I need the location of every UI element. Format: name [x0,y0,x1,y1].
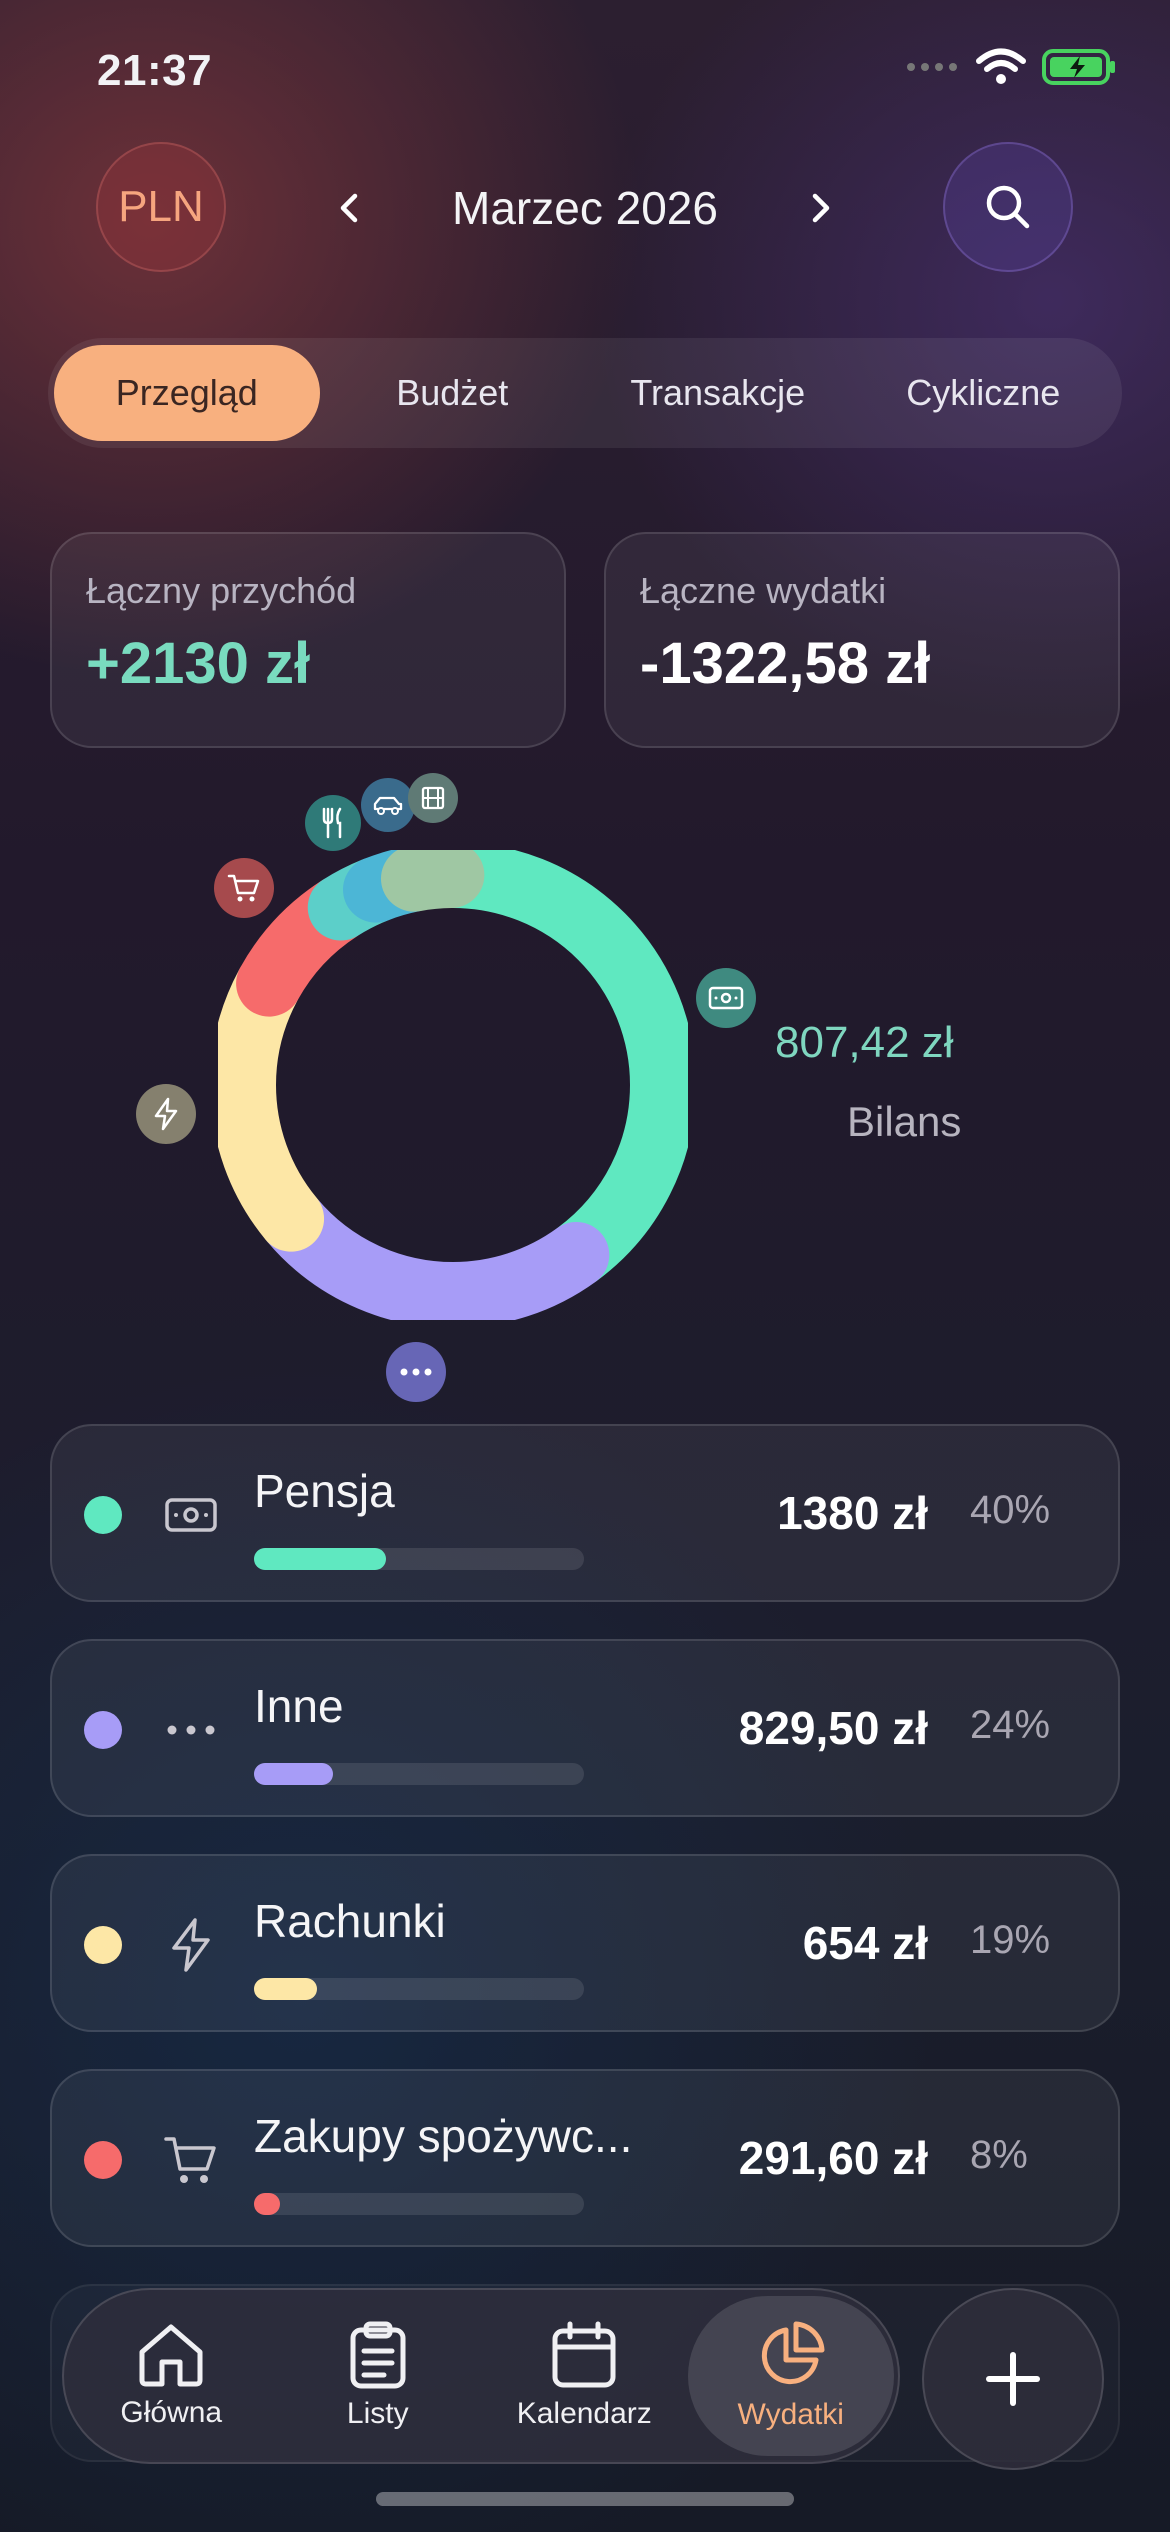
segmented-tabs: Przegląd Budżet Transakcje Cykliczne [48,338,1122,448]
category-amount: 1380 zł [777,1487,928,1539]
nav-wydatki[interactable]: Wydatki [687,2296,894,2456]
nav-label: Wydatki [737,2398,844,2431]
banknote-icon [156,1480,226,1550]
category-row[interactable]: Zakupy spożywc... 291,60 zł 8% [50,2069,1120,2247]
category-amount: 829,50 zł [738,1702,928,1754]
category-name: Zakupy spożywc... [254,2110,633,2162]
chevron-left-icon[interactable] [330,188,370,228]
income-value: +2130 zł [86,631,311,696]
category-row[interactable]: Inne 829,50 zł 24% [50,1639,1120,1817]
plus-icon [986,2352,1040,2406]
category-percent: 19% [970,1918,1051,1962]
bottom-tab-bar: Główna Listy Kalendarz Wydatki [62,2288,900,2464]
category-percent: 8% [970,2133,1028,2177]
banknote-icon [696,968,756,1028]
expenses-label: Łączne wydatki [640,570,887,611]
film-icon [408,773,458,823]
category-percent: 40% [970,1488,1051,1532]
nav-kalendarz[interactable]: Kalendarz [481,2296,688,2456]
ellipsis-icon [156,1695,226,1765]
donut-segments [218,850,688,1320]
category-progress-track [254,2193,584,2215]
category-row[interactable]: Rachunki 654 zł 19% [50,1854,1120,2032]
month-navigator: Marzec 2026 [330,170,840,246]
category-amount: 654 zł [802,1917,928,1969]
signal-icon [907,63,957,71]
bolt-icon [156,1910,226,1980]
search-icon [986,185,1030,229]
category-progress-fill [254,1978,317,2000]
category-progress-fill [254,1548,386,1570]
nav-label: Główna [120,2396,223,2429]
currency-button[interactable]: PLN [96,142,226,272]
nav-label: Listy [346,2397,409,2430]
category-name: Inne [254,1680,344,1732]
tab-budzet[interactable]: Budżet [320,345,586,441]
nav-label: Kalendarz [516,2397,652,2430]
category-color-dot [84,1926,122,1964]
add-button[interactable] [922,2288,1104,2470]
tab-przeglad[interactable]: Przegląd [54,345,320,441]
category-percent: 24% [970,1703,1051,1747]
cart-icon [214,858,274,918]
category-amount: 291,60 zł [738,2132,928,2184]
category-row[interactable]: Pensja 1380 zł 40% [50,1424,1120,1602]
status-time: 21:37 [97,46,213,95]
category-progress-fill [254,1763,334,1785]
income-card[interactable]: Łączny przychód +2130 zł [50,532,566,748]
clipboard-icon [350,2321,406,2389]
balance-value: 807,42 zł [775,1018,954,1067]
nav-glowna[interactable]: Główna [68,2296,275,2456]
pie-chart-icon [761,2321,825,2385]
status-icons [906,48,1118,86]
home-indicator [376,2492,794,2506]
category-color-dot [84,2141,122,2179]
category-name: Rachunki [254,1895,446,1947]
fork-knife-icon [305,795,361,851]
balance-label: Bilans [847,1098,962,1145]
tab-cykliczne[interactable]: Cykliczne [851,345,1117,441]
category-progress-fill [254,2193,281,2215]
month-label: Marzec 2026 [452,182,718,234]
expenses-card[interactable]: Łączne wydatki -1322,58 zł [604,532,1120,748]
battery-icon [1042,49,1115,85]
category-color-dot [84,1496,122,1534]
donut-chart[interactable] [218,850,688,1320]
category-progress-track [254,1548,584,1570]
income-label: Łączny przychód [86,570,357,611]
chevron-right-icon[interactable] [800,188,840,228]
nav-listy[interactable]: Listy [275,2296,482,2456]
cart-icon [156,2125,226,2195]
category-color-dot [84,1711,122,1749]
car-icon [361,778,415,832]
category-name: Pensja [254,1465,395,1517]
home-icon [139,2324,203,2387]
category-progress-track [254,1978,584,2000]
wifi-icon [976,48,1026,84]
category-progress-track [254,1763,584,1785]
bolt-icon [136,1084,196,1144]
ellipsis-icon [386,1342,446,1402]
calendar-icon [552,2321,616,2388]
expenses-value: -1322,58 zł [640,631,931,696]
tab-transakcje[interactable]: Transakcje [585,345,851,441]
search-button[interactable] [943,142,1073,272]
